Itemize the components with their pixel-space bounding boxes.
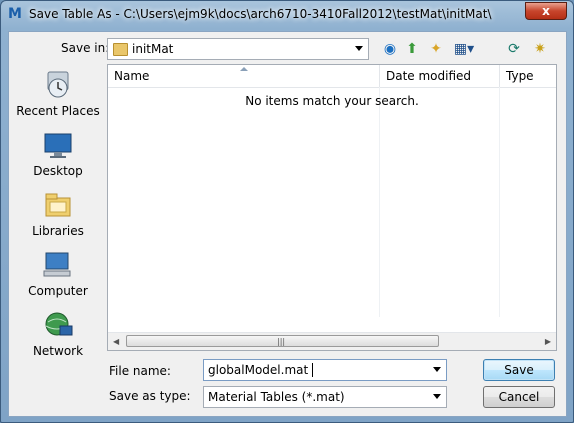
chevron-down-icon	[355, 46, 363, 51]
window-title: Save Table As - C:\Users\ejm9k\docs\arch…	[29, 7, 492, 21]
save-in-dropdown[interactable]: initMat	[107, 38, 369, 60]
computer-icon	[42, 250, 74, 280]
text-caret	[312, 363, 313, 377]
close-button[interactable]: x	[525, 2, 567, 20]
places-bar: Recent Places Desktop Libraries Computer	[9, 66, 107, 366]
back-icon[interactable]: ◉	[381, 40, 399, 58]
save-table-dialog: M Save Table As - C:\Users\ejm9k\docs\ar…	[0, 0, 574, 423]
app-logo-icon: M	[8, 6, 22, 22]
save-as-type-label: Save as type:	[109, 389, 191, 403]
file-list-header: Name Date modified Type	[108, 65, 556, 88]
save-button[interactable]: Save	[483, 359, 555, 381]
dialog-body: Save in: initMat ◉ ⬆ ✦ ▦▾ ⟳ ✷ Recent Pla…	[8, 31, 567, 417]
place-libraries[interactable]: Libraries	[9, 190, 107, 238]
horizontal-scrollbar[interactable]: ◀ ||| ▶	[108, 332, 556, 350]
place-network[interactable]: Network	[9, 310, 107, 358]
place-label: Network	[32, 344, 84, 358]
place-label: Libraries	[32, 224, 84, 238]
recent-places-icon	[42, 70, 74, 100]
column-header-type[interactable]: Type	[500, 65, 556, 87]
column-header-date-modified[interactable]: Date modified	[380, 65, 500, 87]
save-in-value: initMat	[132, 42, 174, 56]
view-menu-icon[interactable]: ▦▾	[451, 40, 477, 58]
save-as-type-dropdown[interactable]: Material Tables (*.mat)	[203, 386, 447, 408]
network-icon	[42, 310, 74, 340]
scrollbar-thumb[interactable]: |||	[126, 335, 439, 347]
cancel-button[interactable]: Cancel	[483, 386, 555, 408]
file-list[interactable]: Name Date modified Type No items match y…	[107, 64, 557, 351]
save-in-label: Save in:	[61, 41, 110, 55]
chevron-down-icon	[433, 394, 441, 399]
column-divider	[499, 87, 500, 317]
place-label: Desktop	[33, 164, 83, 178]
folder-icon	[113, 43, 128, 56]
sort-ascending-icon	[240, 67, 248, 71]
place-label: Computer	[28, 284, 88, 298]
libraries-icon	[42, 190, 74, 220]
place-label: Recent Places	[16, 104, 100, 118]
title-bar[interactable]: M Save Table As - C:\Users\ejm9k\docs\ar…	[1, 1, 573, 29]
place-desktop[interactable]: Desktop	[9, 130, 107, 178]
file-name-label: File name:	[109, 364, 171, 378]
save-as-type-value: Material Tables (*.mat)	[208, 390, 345, 404]
refresh-icon[interactable]: ⟳	[505, 40, 523, 58]
scroll-right-icon[interactable]: ▶	[545, 337, 551, 346]
file-name-field[interactable]: globalModel.mat	[203, 359, 447, 381]
up-folder-icon[interactable]: ⬆	[403, 40, 421, 58]
place-computer[interactable]: Computer	[9, 250, 107, 298]
new-folder-icon[interactable]: ✦	[427, 40, 445, 58]
favorites-icon[interactable]: ✷	[531, 40, 549, 58]
file-name-value: globalModel.mat	[208, 363, 309, 377]
place-recent-places[interactable]: Recent Places	[9, 70, 107, 118]
empty-message: No items match your search.	[245, 94, 419, 108]
column-divider	[379, 87, 380, 317]
scroll-left-icon[interactable]: ◀	[113, 337, 119, 346]
desktop-icon	[42, 130, 74, 160]
grip-icon: |||	[277, 337, 286, 346]
chevron-down-icon[interactable]	[433, 367, 441, 372]
